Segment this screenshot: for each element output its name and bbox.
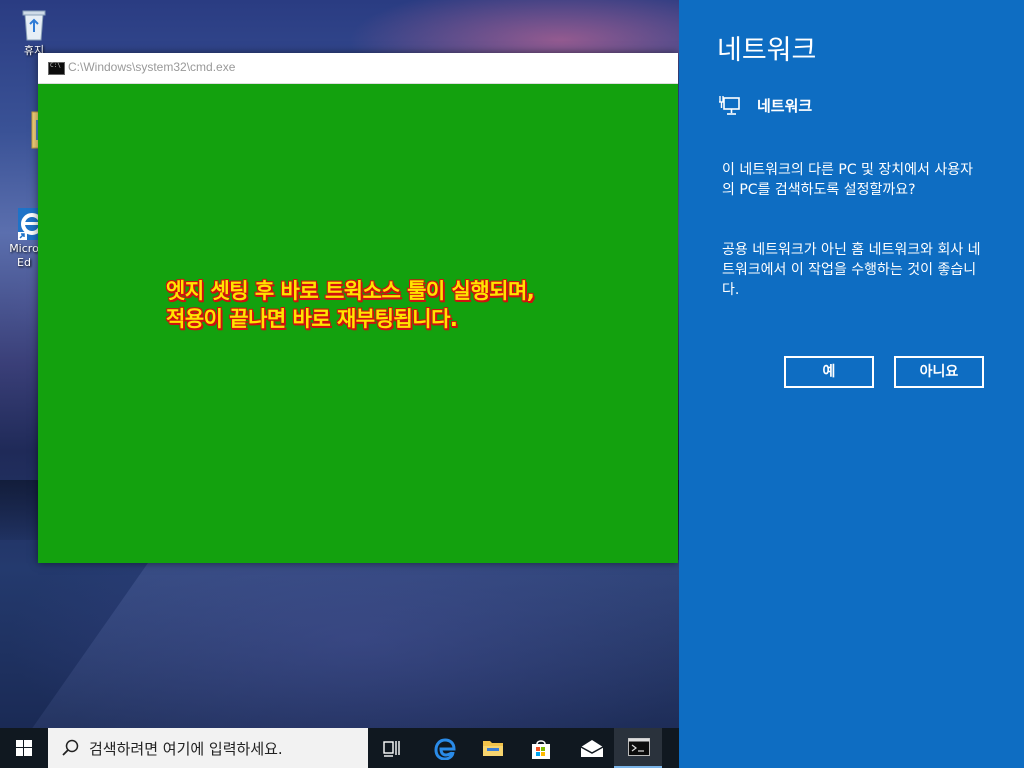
search-box[interactable]: 검색하려면 여기에 입력하세요. [48,728,368,768]
search-icon [62,739,79,756]
cmd-icon [48,62,65,75]
no-button[interactable]: 아니요 [894,356,984,388]
store-icon [532,740,550,759]
recycle-bin-icon [18,8,50,41]
edge-icon [434,738,456,760]
mail-icon [580,740,604,757]
search-placeholder: 검색하려면 여기에 입력하세요. [89,740,283,758]
cmd-window-title: C:\Windows\system32\cmd.exe [68,60,236,74]
cmd-message-line: 적용이 끝나면 바로 재부팅됩니다. [166,307,458,331]
yes-button[interactable]: 예 [784,356,874,388]
start-button[interactable] [0,728,48,768]
taskbar-mail[interactable] [566,728,614,768]
taskbar-store[interactable] [516,728,564,768]
task-view-icon [383,741,400,757]
cmd-titlebar[interactable]: C:\Windows\system32\cmd.exe [38,53,678,84]
taskbar-edge[interactable] [420,728,468,768]
cmd-message-line: 엣지 셋팅 후 바로 트윅소스 툴이 실행되며, [166,279,535,303]
network-name: 네트워크 [757,97,813,115]
taskbar-file-explorer[interactable] [468,728,516,768]
network-note: 공용 네트워크가 아닌 홈 네트워크와 회사 네트워크에서 이 작업을 수행하는… [722,242,981,298]
cmd-window[interactable]: C:\Windows\system32\cmd.exe 엣지 셋팅 후 바로 트… [38,53,678,563]
cmd-message: 엣지 셋팅 후 바로 트윅소스 툴이 실행되며, 적용이 끝나면 바로 재부팅됩… [166,277,636,333]
cmd-icon [628,738,650,756]
taskbar-cmd[interactable] [614,728,662,768]
network-panel: 네트워크 네트워크 이 네트워크의 다른 PC 및 장치에서 사용자의 PC를 … [679,0,1024,768]
desktop-icon-recycle-bin[interactable]: 휴지 [10,8,58,58]
network-question: 이 네트워크의 다른 PC 및 장치에서 사용자의 PC를 검색하도록 설정할까… [722,162,973,198]
panel-title: 네트워크 [717,35,817,66]
windows-logo-icon [16,740,32,756]
taskbar: 검색하려면 여기에 입력하세요. [0,728,679,768]
task-view-button[interactable] [368,728,416,768]
network-icon [719,94,741,116]
file-explorer-icon [483,741,503,756]
